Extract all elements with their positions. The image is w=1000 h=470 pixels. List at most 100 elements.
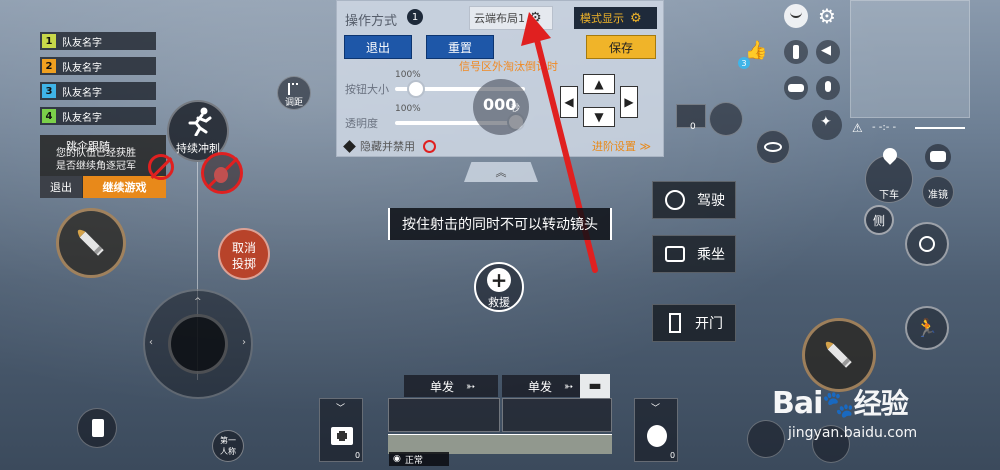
hand-icon[interactable] [709, 102, 743, 136]
rescue-button[interactable]: + 救援 [474, 262, 524, 312]
settings-gear-icon[interactable]: ⚙ [818, 4, 836, 28]
bullet-spark-icon: ➳ [466, 379, 476, 393]
diamond-icon [343, 139, 356, 153]
fire-button[interactable] [802, 318, 876, 392]
chevron-down-icon: ≫ [636, 140, 652, 153]
bullet-icon [77, 229, 104, 256]
scope-button[interactable]: 准镜 [922, 176, 954, 208]
chat-button[interactable] [925, 144, 951, 170]
crosshair-icon [919, 236, 935, 252]
eye-button[interactable] [756, 130, 790, 164]
vehicle-voice-button[interactable] [784, 76, 808, 100]
steering-wheel-icon [665, 190, 685, 210]
btn-size-pct: 100% [395, 70, 421, 80]
pin-button[interactable] [77, 408, 117, 448]
ammo-crate-count: 0 [690, 122, 696, 132]
joystick-arrow-right: › [242, 337, 246, 348]
jump-exit-button[interactable]: 退出 [40, 176, 82, 198]
weapon-slot-2[interactable] [502, 398, 612, 432]
weapon-bar-base [388, 434, 612, 454]
seat-icon [665, 246, 685, 262]
grenade-disabled-icon [201, 152, 243, 194]
team-member-row: 1 队友名字 [40, 32, 156, 50]
btn-size-label: 按钮大小 [345, 83, 389, 96]
bullet-spark-icon: ➳ [564, 379, 574, 393]
move-right-button[interactable]: ▶ [620, 86, 638, 118]
weapon-bullet-button[interactable] [56, 208, 126, 278]
eye-icon [764, 142, 782, 152]
ranging-label: 调距 [284, 98, 303, 108]
opacity-label: 透明度 [345, 117, 378, 130]
medkit-count: 0 [355, 451, 361, 460]
crosshair-button[interactable] [905, 222, 949, 266]
chevron-down-icon: ﹀ [336, 404, 346, 414]
run-icon: ✦ [820, 114, 832, 130]
shoot-tooltip-text: 按住射击的同时不可以转动镜头 [402, 217, 598, 233]
joystick-thumb[interactable] [168, 314, 228, 374]
team-member-row: 4 队友名字 [40, 107, 156, 125]
stance-label: 正常 [404, 455, 423, 466]
panel-exit-button[interactable]: 退出 [344, 35, 412, 59]
weapon2-fire-mode[interactable]: 单发 ➳ [502, 375, 580, 397]
thumbs-up-icon: 👍 [745, 40, 768, 61]
crouch-button[interactable] [747, 420, 785, 458]
team-member-name: 队友名字 [62, 87, 102, 99]
microphone-button[interactable] [816, 76, 840, 100]
emote-face-icon [790, 12, 802, 18]
lean-side-button[interactable]: 侧 [864, 205, 894, 235]
cancel-throw-label-2: 投掷 [231, 257, 256, 271]
sprint-side-button[interactable]: ✦ [812, 110, 842, 140]
bullet-icon [825, 341, 852, 368]
double-chevron-up-icon: ︽ [495, 166, 507, 179]
minimap-warning-icon: ⚠ [852, 121, 863, 135]
layout-settings-panel: 操作方式 1 云端布局1 ⚙ 模式显示 ⚙ 退出 重置 保存 信号区外淘汰倒计时… [336, 0, 664, 157]
first-person-button[interactable]: 第一 人称 [212, 430, 244, 462]
pin-icon [92, 419, 104, 437]
panel-reset-button[interactable]: 重置 [426, 35, 494, 59]
first-person-label-2: 人称 [220, 447, 236, 456]
microphone-icon [825, 81, 831, 92]
ride-label: 乘坐 [697, 247, 725, 263]
cancel-throw-button[interactable]: 取消 投掷 [218, 228, 270, 280]
jump-button[interactable]: 🏃 [905, 306, 949, 350]
btn-size-slider-knob[interactable] [406, 80, 425, 98]
grenade-slot[interactable]: ﹀ 0 [634, 398, 678, 462]
ranging-button[interactable]: 调距 [277, 76, 311, 110]
ride-button[interactable]: 乘坐 [652, 235, 736, 273]
get-off-button[interactable]: 下车 [865, 145, 913, 203]
mode-number-badge: 1 [407, 9, 423, 25]
plus-icon: + [487, 268, 511, 292]
baidu-logo: Bai🐾经验 [772, 382, 909, 422]
minimap[interactable] [850, 0, 970, 118]
team-member-number: 1 [42, 34, 56, 48]
lean-side-label: 侧 [872, 214, 885, 228]
drive-label: 驾驶 [697, 193, 725, 209]
ranging-icon [288, 83, 298, 95]
weapon-slot-1[interactable] [388, 398, 500, 432]
thumbs-up-count: 3 [738, 57, 750, 69]
medkit-slot[interactable]: ﹀ 0 [319, 398, 363, 462]
hide-disable-toggle[interactable]: 隐藏并禁用 [343, 138, 436, 154]
open-door-button[interactable]: 开门 [652, 304, 736, 342]
team-member-number: 3 [42, 84, 56, 98]
team-member-name: 队友名字 [62, 62, 102, 74]
team-member-row: 3 队友名字 [40, 82, 156, 100]
jump-continue-button[interactable]: 继续游戏 [83, 176, 166, 198]
team-member-name: 队友名字 [62, 112, 102, 124]
weapon2-fire-mode-label: 单发 [528, 379, 553, 394]
stance-indicator: ◉ 正常 [389, 452, 449, 466]
extinguisher-button[interactable] [784, 40, 808, 64]
jump-man-icon: 🏃 [915, 317, 939, 339]
movement-joystick[interactable]: ^ ‹ › [143, 289, 253, 399]
drive-button[interactable]: 驾驶 [652, 181, 736, 219]
pistol-icon[interactable]: ▬ [580, 374, 610, 398]
joystick-arrow-up: ^ [194, 297, 202, 307]
disabled-icon [423, 139, 436, 153]
emote-button[interactable] [784, 4, 808, 28]
weapon1-fire-mode[interactable]: 单发 ➳ [404, 375, 498, 397]
chevron-down-icon: ﹀ [651, 404, 661, 414]
get-off-label: 下车 [879, 190, 899, 201]
team-member-number: 2 [42, 59, 56, 73]
speaker-button[interactable]: ◀ [816, 40, 840, 64]
opacity-pct: 100% [395, 104, 421, 114]
